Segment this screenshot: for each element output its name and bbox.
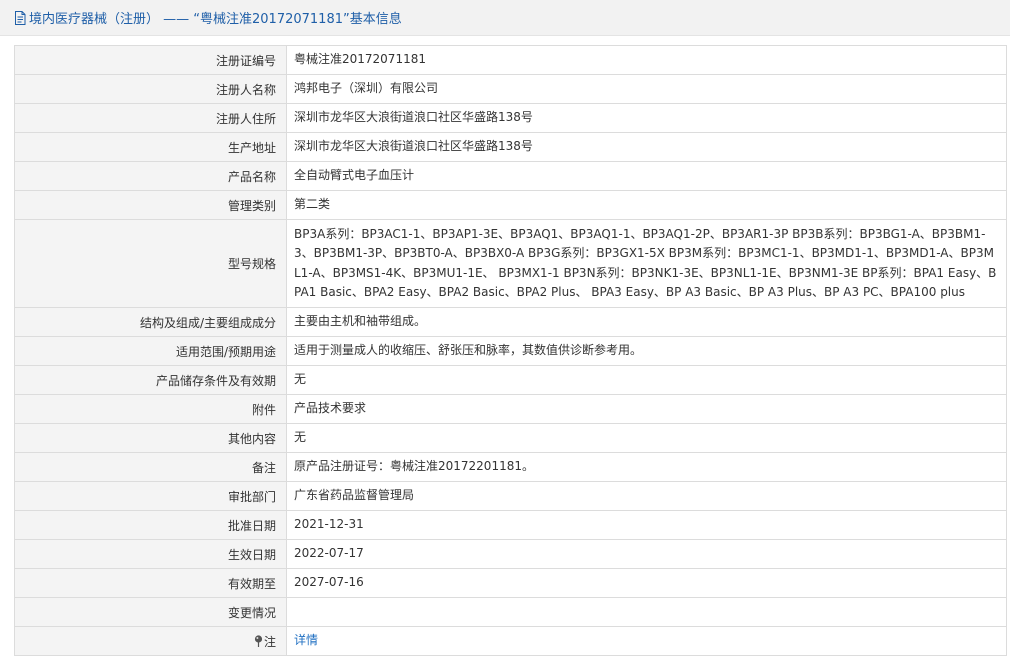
row-label: 适用范围/预期用途 (14, 336, 287, 366)
row-value: 原产品注册证号：粤械注准20172201181。 (286, 452, 1007, 482)
table-row: 注册人名称 鸿邦电子（深圳）有限公司 (14, 74, 1007, 104)
row-label: 注册人名称 (14, 74, 287, 104)
table-row: 生产地址 深圳市龙华区大浪街道浪口社区华盛路138号 (14, 132, 1007, 162)
table-row: 其他内容 无 (14, 423, 1007, 453)
row-label: 结构及组成/主要组成成分 (14, 307, 287, 337)
row-value: 鸿邦电子（深圳）有限公司 (286, 74, 1007, 104)
table-row: 审批部门 广东省药品监督管理局 (14, 481, 1007, 511)
row-label: 附件 (14, 394, 287, 424)
row-value: 深圳市龙华区大浪街道浪口社区华盛路138号 (286, 132, 1007, 162)
row-label: 有效期至 (14, 568, 287, 598)
row-value: 详情 (286, 626, 1007, 656)
table-row: 注册人住所 深圳市龙华区大浪街道浪口社区华盛路138号 (14, 103, 1007, 133)
row-value: 粤械注准20172071181 (286, 45, 1007, 75)
table-row: 生效日期 2022-07-17 (14, 539, 1007, 569)
header-title-wrap: 境内医疗器械（注册） —— “粤械注准20172071181”基本信息 (14, 8, 402, 27)
info-table: 注册证编号 粤械注准20172071181 注册人名称 鸿邦电子（深圳）有限公司… (14, 45, 1007, 656)
row-value: 全自动臂式电子血压计 (286, 161, 1007, 191)
row-value: 无 (286, 365, 1007, 395)
table-row: 变更情况 (14, 597, 1007, 627)
table-row: 结构及组成/主要组成成分 主要由主机和袖带组成。 (14, 307, 1007, 337)
row-value: 适用于测量成人的收缩压、舒张压和脉率，其数值供诊断参考用。 (286, 336, 1007, 366)
row-label: 备注 (14, 452, 287, 482)
row-label: 其他内容 (14, 423, 287, 453)
row-label: 管理类别 (14, 190, 287, 220)
row-value: 2027-07-16 (286, 568, 1007, 598)
row-value: 无 (286, 423, 1007, 453)
row-value: 产品技术要求 (286, 394, 1007, 424)
table-row: 批准日期 2021-12-31 (14, 510, 1007, 540)
row-label: 注册人住所 (14, 103, 287, 133)
row-value: 深圳市龙华区大浪街道浪口社区华盛路138号 (286, 103, 1007, 133)
row-label: 生产地址 (14, 132, 287, 162)
table-row: 注 详情 (14, 626, 1007, 656)
page-title: 境内医疗器械（注册） —— “粤械注准20172071181”基本信息 (29, 12, 402, 27)
info-table-wrap: 注册证编号 粤械注准20172071181 注册人名称 鸿邦电子（深圳）有限公司… (14, 45, 1007, 656)
table-row: 备注 原产品注册证号：粤械注准20172201181。 (14, 452, 1007, 482)
row-label: 产品储存条件及有效期 (14, 365, 287, 395)
document-icon (14, 10, 26, 25)
row-value: BP3A系列：BP3AC1-1、BP3AP1-3E、BP3AQ1、BP3AQ1-… (286, 219, 1007, 308)
note-label: 注 (263, 634, 276, 649)
table-row: 适用范围/预期用途 适用于测量成人的收缩压、舒张压和脉率，其数值供诊断参考用。 (14, 336, 1007, 366)
row-value: 第二类 (286, 190, 1007, 220)
note-row-label: 注 (14, 626, 287, 656)
pin-icon (254, 634, 263, 647)
row-label: 产品名称 (14, 161, 287, 191)
row-label: 型号规格 (14, 219, 287, 308)
row-label: 审批部门 (14, 481, 287, 511)
row-label: 注册证编号 (14, 45, 287, 75)
row-value: 2022-07-17 (286, 539, 1007, 569)
table-row: 有效期至 2027-07-16 (14, 568, 1007, 598)
page-header: 境内医疗器械（注册） —— “粤械注准20172071181”基本信息 (0, 0, 1010, 36)
table-row: 附件 产品技术要求 (14, 394, 1007, 424)
details-link[interactable]: 详情 (294, 633, 318, 647)
table-row: 产品名称 全自动臂式电子血压计 (14, 161, 1007, 191)
row-label: 变更情况 (14, 597, 287, 627)
table-row: 型号规格 BP3A系列：BP3AC1-1、BP3AP1-3E、BP3AQ1、BP… (14, 219, 1007, 308)
row-value: 主要由主机和袖带组成。 (286, 307, 1007, 337)
row-label: 生效日期 (14, 539, 287, 569)
row-label: 批准日期 (14, 510, 287, 540)
row-value (286, 597, 1007, 627)
table-row: 管理类别 第二类 (14, 190, 1007, 220)
row-value: 2021-12-31 (286, 510, 1007, 540)
table-row: 产品储存条件及有效期 无 (14, 365, 1007, 395)
row-value: 广东省药品监督管理局 (286, 481, 1007, 511)
table-row: 注册证编号 粤械注准20172071181 (14, 45, 1007, 75)
